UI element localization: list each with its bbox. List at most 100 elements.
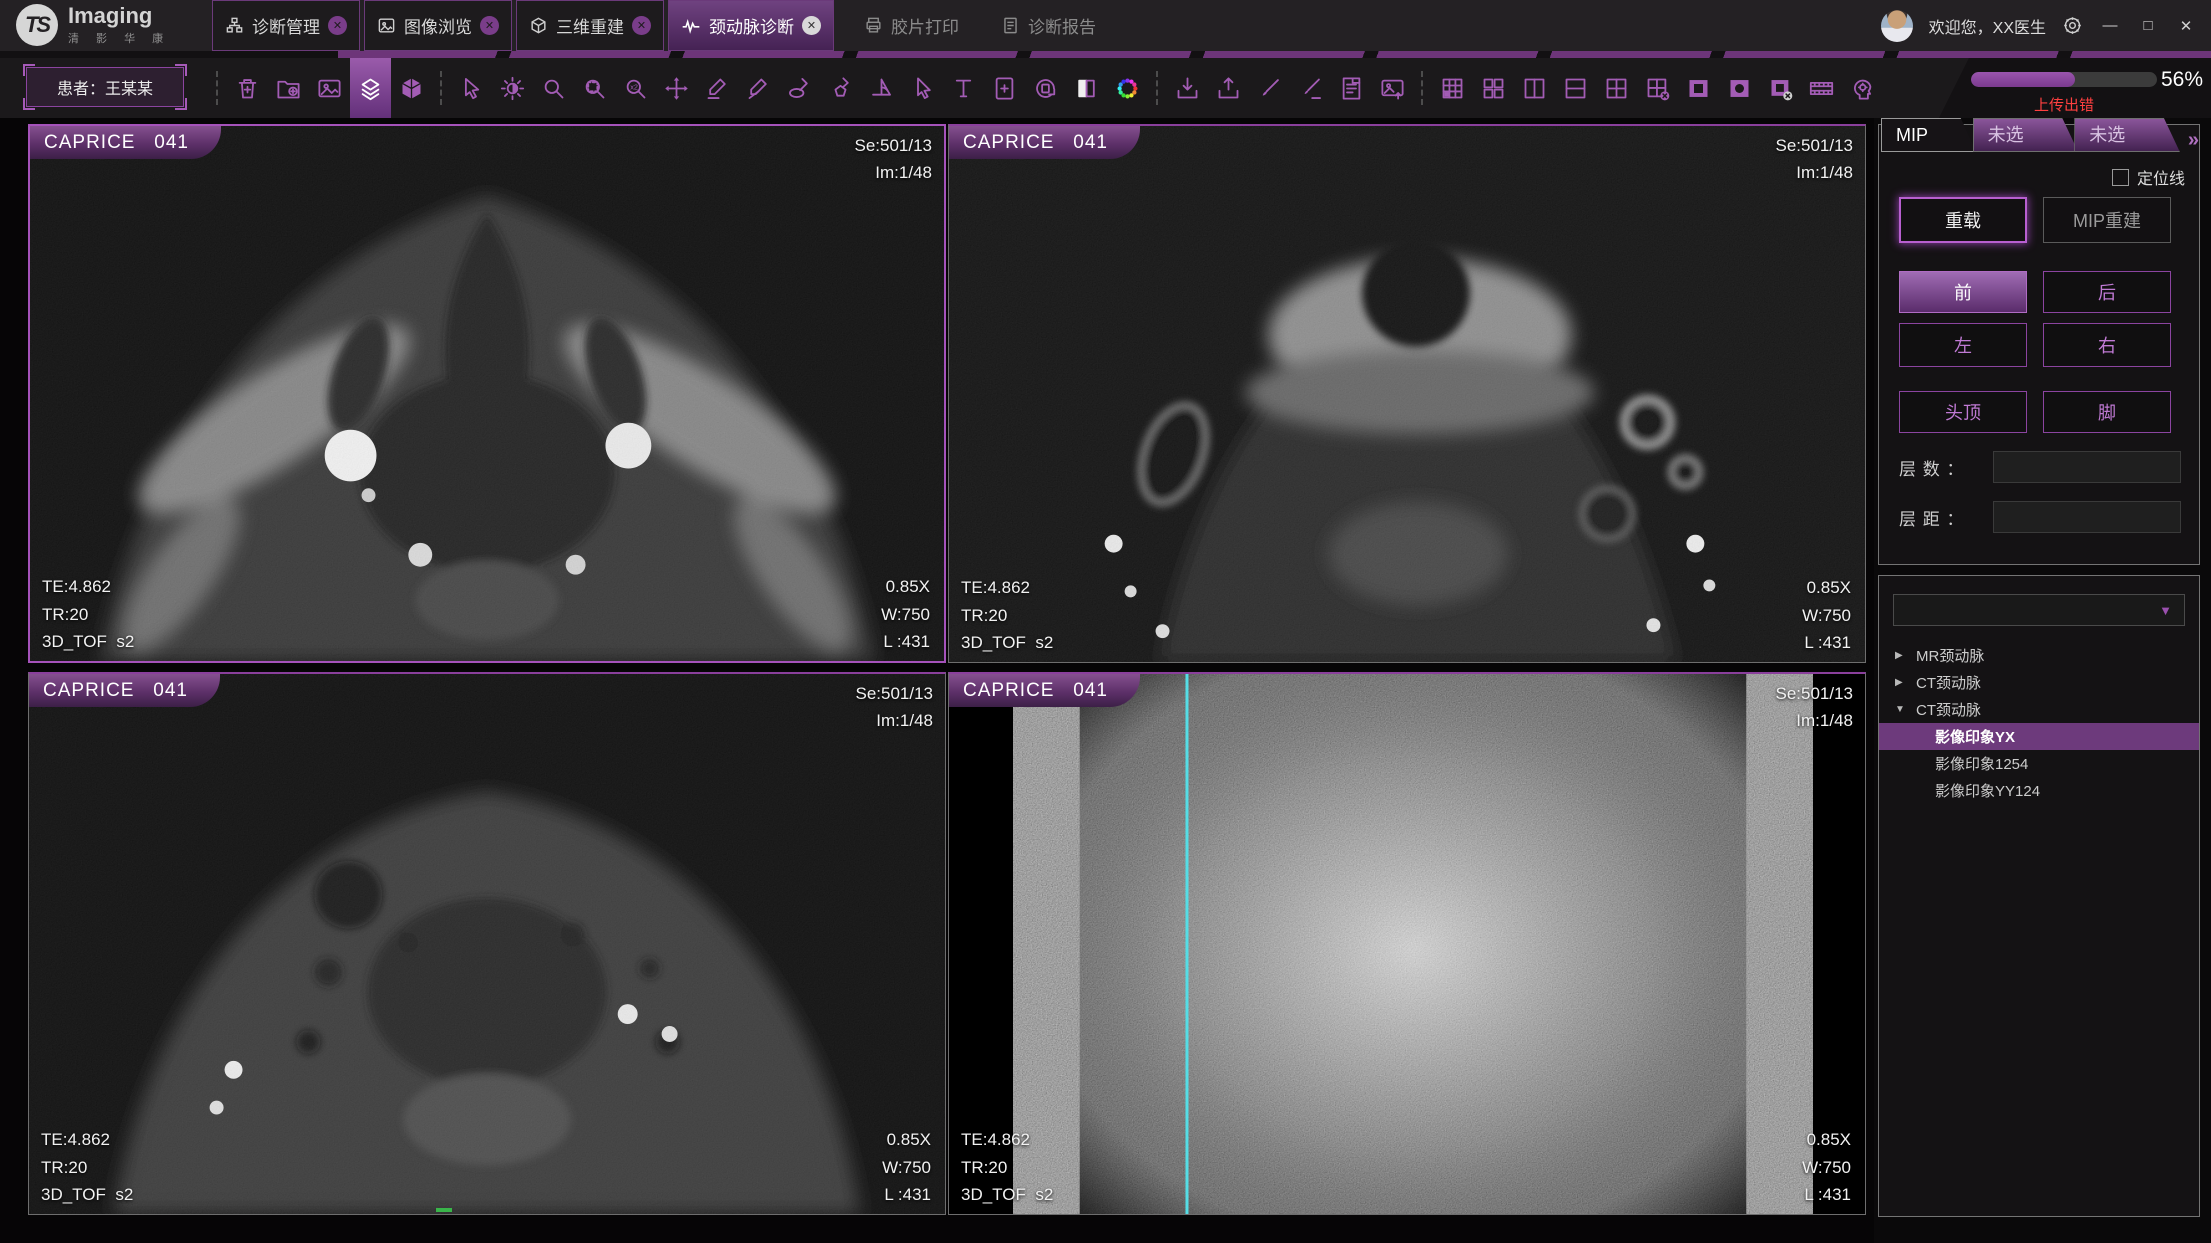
viewer-pane-top-right[interactable]: CAPRICE 041 Se:501/13Im:1/48 TE:4.862TR:…	[948, 124, 1866, 663]
pen-line-button[interactable]	[1290, 61, 1331, 115]
palette-button[interactable]	[1107, 61, 1148, 115]
minimize-button[interactable]: —	[2099, 17, 2121, 34]
ai-head-button[interactable]	[1842, 61, 1883, 115]
report-doc-icon	[1001, 16, 1020, 35]
tree-expanded-icon[interactable]: ▼	[1895, 704, 1907, 715]
filmstrip-button[interactable]	[1801, 61, 1842, 115]
layer-spacing-label: 层 距 ：	[1899, 505, 1983, 530]
mri-axial-image	[949, 126, 1865, 662]
series-tree: ▶MR颈动脉▶CT颈动脉▼CT颈动脉影像印象YX影像印象1254影像印象YY12…	[1879, 642, 2199, 804]
viewer-grid: CAPRICE 041 Se:501/13Im:1/48 TE:4.862TR:…	[0, 118, 1874, 1243]
reload-button[interactable]: 重载	[1899, 197, 2027, 243]
view-x-button[interactable]	[1760, 61, 1801, 115]
tab-close-icon[interactable]: ✕	[802, 16, 821, 35]
layer-spacing-input[interactable]	[1993, 501, 2181, 533]
viewer-pane-top-left[interactable]: CAPRICE 041 Se:501/13Im:1/48 TE:4.862TR:…	[28, 124, 946, 663]
localizer-line[interactable]	[1185, 674, 1188, 1214]
pane-title-chip: CAPRICE 041	[29, 674, 220, 707]
layout-quad-button[interactable]	[1473, 61, 1514, 115]
tab-3d-reconstruction[interactable]: 三维重建 ✕	[516, 0, 664, 51]
image-upload-button[interactable]	[1372, 61, 1413, 115]
viewer-pane-bottom-right[interactable]: CAPRICE 041 Se:501/13Im:1/48 TE:4.862TR:…	[948, 672, 1866, 1215]
view-single-button[interactable]	[1678, 61, 1719, 115]
zoom-2x-button[interactable]: x2	[615, 61, 656, 115]
tab-diagnosis-report[interactable]: 诊断报告	[989, 0, 1108, 51]
zoom-button[interactable]	[533, 61, 574, 115]
tree-item[interactable]: ▼CT颈动脉	[1879, 696, 2199, 723]
tab-close-icon[interactable]: ✕	[480, 16, 499, 35]
tree-child-item[interactable]: 影像印象YX	[1879, 723, 2199, 750]
cube3d-button[interactable]	[391, 61, 432, 115]
measure-line-button[interactable]	[697, 61, 738, 115]
mip-rebuild-button[interactable]: MIP重建	[2043, 197, 2171, 243]
protractor-button[interactable]	[861, 61, 902, 115]
sidebar-tab-unselected-mip-2[interactable]: 未选MIP	[2074, 118, 2180, 152]
localizer-checkbox-row: 定位线	[2112, 165, 2185, 189]
tree-collapsed-icon[interactable]: ▶	[1895, 677, 1907, 688]
cursor-button[interactable]	[451, 61, 492, 115]
view-head-button[interactable]: 头顶	[1899, 391, 2027, 433]
layout-2x2-button[interactable]	[1596, 61, 1637, 115]
toolbar-icons: x2	[208, 58, 1883, 118]
mip-noise-image	[949, 674, 1865, 1214]
tab-label: 诊断报告	[1028, 13, 1096, 38]
report-button[interactable]	[1331, 61, 1372, 115]
settings-gear-icon[interactable]	[2062, 15, 2083, 36]
layout-2row-button[interactable]	[1555, 61, 1596, 115]
view-right-button[interactable]: 右	[2043, 323, 2171, 367]
annotate-button[interactable]	[984, 61, 1025, 115]
tree-item[interactable]: ▶MR颈动脉	[1879, 642, 2199, 669]
photo-button[interactable]	[309, 61, 350, 115]
tree-item[interactable]: ▶CT颈动脉	[1879, 669, 2199, 696]
download-button[interactable]	[1167, 61, 1208, 115]
brand-name: Imaging	[68, 5, 170, 27]
view-back-button[interactable]: 后	[2043, 271, 2171, 313]
bin-add-button[interactable]	[227, 61, 268, 115]
brightness-button[interactable]	[492, 61, 533, 115]
zoom-region-button[interactable]	[574, 61, 615, 115]
tab-close-icon[interactable]: ✕	[328, 16, 347, 35]
close-button[interactable]: ✕	[2175, 17, 2197, 35]
tab-close-icon[interactable]: ✕	[632, 16, 651, 35]
layout-grid-button[interactable]	[1432, 61, 1473, 115]
patient-field[interactable]: 患者：王某某	[26, 67, 184, 107]
roi-ellipse-button[interactable]	[779, 61, 820, 115]
layers-button[interactable]	[350, 58, 391, 118]
tree-collapsed-icon[interactable]: ▶	[1895, 650, 1907, 661]
text-button[interactable]	[943, 61, 984, 115]
rotate-button[interactable]	[1025, 61, 1066, 115]
layout-grid-x-button[interactable]	[1637, 61, 1678, 115]
tree-child-item[interactable]: 影像印象1254	[1879, 750, 2199, 777]
view-foot-button[interactable]: 脚	[2043, 391, 2171, 433]
layer-count-input[interactable]	[1993, 451, 2181, 483]
sidebar-tab-unselected-mip-1[interactable]: 未选MIP	[1973, 118, 2079, 152]
upload-progress-percent: 56%	[2161, 68, 2203, 92]
view-spot-button[interactable]	[1719, 61, 1760, 115]
upload-progress-bar	[1971, 72, 2157, 87]
pane-title-chip: CAPRICE 041	[949, 674, 1140, 707]
upload-button[interactable]	[1208, 61, 1249, 115]
tab-carotid-diagnosis[interactable]: 颈动脉诊断 ✕	[668, 0, 834, 51]
tab-image-browse[interactable]: 图像浏览 ✕	[364, 0, 512, 51]
layout-2col-button[interactable]	[1514, 61, 1555, 115]
select-button[interactable]	[902, 61, 943, 115]
sidebar-tab-mip[interactable]: MIP	[1881, 118, 1977, 152]
roi-polygon-button[interactable]	[820, 61, 861, 115]
tab-overflow-icon[interactable]: »	[2188, 129, 2197, 152]
user-avatar[interactable]	[1881, 10, 1913, 42]
tab-film-print[interactable]: 胶片打印	[852, 0, 971, 51]
series-dropdown[interactable]: ▼	[1893, 594, 2185, 626]
maximize-button[interactable]: □	[2137, 17, 2159, 34]
localizer-checkbox[interactable]	[2112, 169, 2129, 186]
measure-angle-button[interactable]	[738, 61, 779, 115]
invert-button[interactable]	[1066, 61, 1107, 115]
brush-button[interactable]	[1249, 61, 1290, 115]
view-front-button[interactable]: 前	[1899, 271, 2027, 313]
viewer-pane-bottom-left[interactable]: CAPRICE 041 Se:501/13Im:1/48 TE:4.862TR:…	[28, 672, 946, 1215]
folder-add-button[interactable]	[268, 61, 309, 115]
tab-diagnosis-management[interactable]: 诊断管理 ✕	[212, 0, 360, 51]
tree-child-item[interactable]: 影像印象YY124	[1879, 777, 2199, 804]
layer-count-label: 层 数 ：	[1899, 455, 1983, 480]
pan-button[interactable]	[656, 61, 697, 115]
view-left-button[interactable]: 左	[1899, 323, 2027, 367]
